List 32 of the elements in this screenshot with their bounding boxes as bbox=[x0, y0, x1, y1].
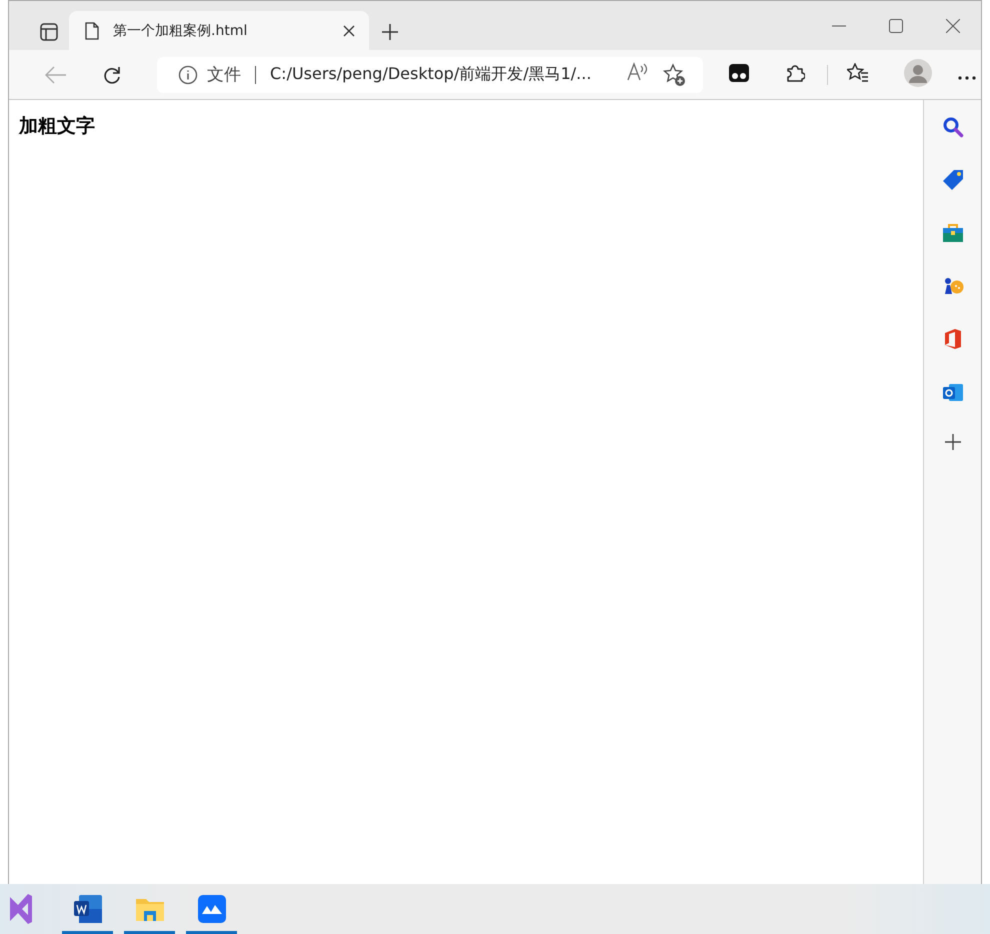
new-tab-icon[interactable] bbox=[381, 22, 399, 40]
security-label: 文件 bbox=[207, 64, 241, 86]
search-icon[interactable] bbox=[942, 116, 964, 138]
office-icon[interactable] bbox=[942, 328, 962, 350]
refresh-icon[interactable] bbox=[102, 64, 122, 84]
browser-tab[interactable]: 第一个加粗案例.html bbox=[69, 11, 369, 50]
close-icon[interactable] bbox=[946, 19, 960, 33]
url-text: C:/Users/peng/Desktop/前端开发/黑马1/... bbox=[270, 64, 592, 85]
favorites-icon[interactable] bbox=[847, 62, 869, 82]
bold-text: 加粗文字 bbox=[19, 115, 95, 137]
sidebar-toggle-icon[interactable] bbox=[40, 22, 58, 40]
read-aloud-icon[interactable] bbox=[627, 62, 649, 82]
info-icon[interactable] bbox=[178, 64, 198, 84]
toolbox-icon[interactable] bbox=[942, 222, 964, 244]
add-icon[interactable] bbox=[944, 434, 960, 450]
mail-app-icon[interactable] bbox=[942, 381, 964, 403]
tab-title: 第一个加粗案例.html bbox=[113, 22, 248, 40]
meeting-app-icon[interactable] bbox=[198, 895, 226, 923]
close-icon[interactable] bbox=[343, 24, 355, 36]
folder-icon[interactable] bbox=[134, 896, 164, 922]
address-bar[interactable]: 文件 C:/Users/peng/Desktop/前端开发/黑马1/... bbox=[157, 56, 703, 92]
profile-avatar-icon[interactable] bbox=[904, 58, 932, 86]
document-icon bbox=[85, 22, 99, 40]
app-icon[interactable] bbox=[10, 893, 32, 925]
extensions-icon[interactable] bbox=[785, 62, 805, 82]
minimize-icon[interactable] bbox=[832, 25, 846, 27]
maximize-icon[interactable] bbox=[888, 19, 902, 33]
add-favorite-icon[interactable] bbox=[663, 62, 687, 86]
more-icon[interactable] bbox=[958, 76, 976, 80]
tag-icon[interactable] bbox=[942, 169, 964, 191]
extension-icon[interactable] bbox=[729, 64, 749, 82]
word-icon[interactable] bbox=[72, 894, 102, 924]
